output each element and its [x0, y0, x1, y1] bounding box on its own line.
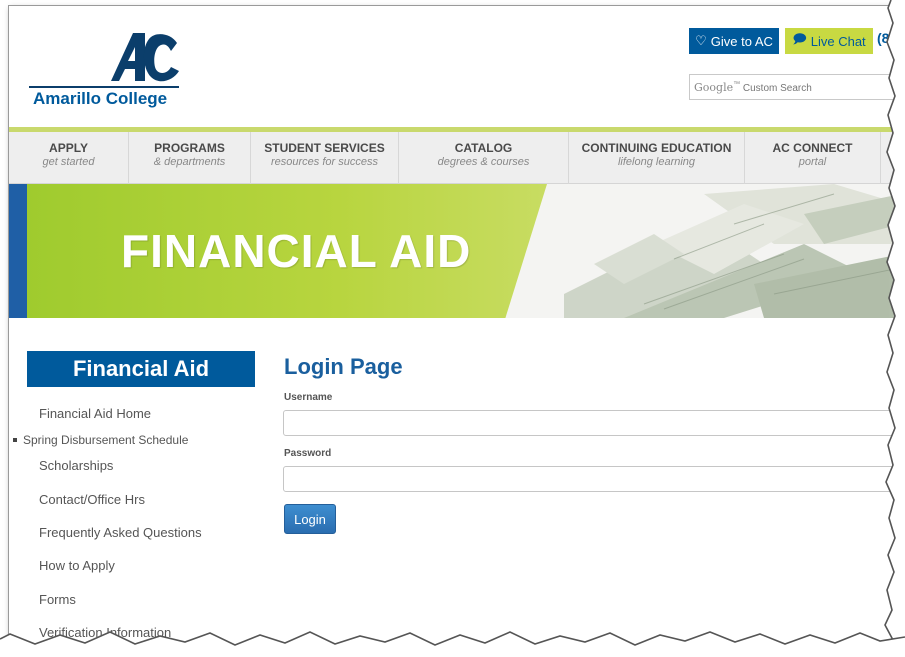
nav-item-subtitle: resources for success — [271, 156, 378, 168]
sidebar-item-spring-disbursement[interactable]: Spring Disbursement Schedule — [9, 433, 188, 447]
sidebar-item-faq[interactable]: Frequently Asked Questions — [39, 525, 202, 540]
nav-item-apply[interactable]: APPLY get started — [9, 132, 129, 184]
sidebar-item-forms[interactable]: Forms — [39, 592, 76, 607]
sidebar-item-financial-aid-home[interactable]: Financial Aid Home — [39, 406, 151, 421]
nav-item-subtitle: lifelong learning — [617, 156, 696, 168]
login-button[interactable]: Login — [284, 504, 336, 534]
nav-item-continuing-education[interactable]: CONTINUING EDUCATION lifelong learning — [569, 132, 745, 184]
banner-accent-strip — [9, 184, 27, 318]
give-to-ac-button[interactable]: ♡ Give to AC — [689, 28, 779, 54]
nav-item-title: APPLY — [49, 141, 88, 155]
live-chat-button[interactable]: 🗩 Live Chat — [785, 28, 873, 54]
sidebar-item-how-to-apply[interactable]: How to Apply — [39, 558, 115, 573]
nav-item-subtitle: degrees & courses — [437, 156, 530, 168]
username-label: Username — [284, 392, 333, 403]
nav-item-subtitle: get started — [42, 156, 95, 168]
financial-aid-banner: FINANCIAL AID — [9, 184, 900, 318]
sidebar-item-label: Spring Disbursement Schedule — [23, 433, 189, 447]
nav-item-title: STUDENT SERVICES — [264, 141, 385, 155]
torn-edge-bottom — [0, 631, 905, 657]
ac-logo-mark-icon — [111, 33, 179, 82]
bullet-icon — [13, 437, 17, 442]
logo-text: Amarillo College — [33, 89, 168, 108]
password-field[interactable] — [283, 466, 900, 492]
page-title: Login Page — [284, 354, 403, 379]
logo-underline — [29, 86, 179, 88]
banner-title: FINANCIAL AID — [121, 225, 472, 277]
live-chat-label: Live Chat — [810, 33, 866, 49]
nav-item-student-services[interactable]: STUDENT SERVICES resources for success — [251, 132, 399, 184]
nav-item-title: PROGRAMS — [154, 141, 225, 155]
nav-item-programs[interactable]: PROGRAMS & departments — [129, 132, 251, 184]
amarillo-college-logo[interactable]: Amarillo College — [29, 31, 189, 111]
sidebar-item-contact[interactable]: Contact/Office Hrs — [39, 492, 145, 507]
money-photo-image — [504, 184, 900, 318]
username-field[interactable] — [283, 410, 900, 436]
main-nav: APPLY get started PROGRAMS & departments… — [9, 132, 900, 184]
search-placeholder-text: Custom Search — [742, 83, 812, 94]
nav-item-subtitle: portal — [798, 156, 827, 168]
google-custom-search-input[interactable]: Google™ Custom Search — [689, 74, 900, 100]
browser-capture-frame: Amarillo College ♡ Give to AC 🗩 Live Cha… — [8, 5, 900, 652]
heart-icon: ♡ — [695, 33, 707, 48]
chat-bubble-icon: 🗩 — [792, 31, 807, 46]
nav-item-catalog[interactable]: CATALOG degrees & courses — [399, 132, 569, 184]
torn-edge-right — [884, 0, 905, 657]
give-to-ac-label: Give to AC — [710, 33, 773, 49]
password-label: Password — [284, 448, 332, 459]
nav-item-title: AC CONNECT — [772, 141, 853, 155]
google-brand-text: Google — [694, 81, 734, 94]
sidebar-item-scholarships[interactable]: Scholarships — [39, 458, 113, 473]
nav-item-title: CONTINUING EDUCATION — [581, 141, 732, 155]
nav-item-ac-connect[interactable]: AC CONNECT portal — [745, 132, 881, 184]
nav-item-title: CATALOG — [454, 141, 513, 155]
sidebar-heading: Financial Aid — [27, 351, 255, 387]
nav-item-subtitle: & departments — [153, 156, 226, 168]
